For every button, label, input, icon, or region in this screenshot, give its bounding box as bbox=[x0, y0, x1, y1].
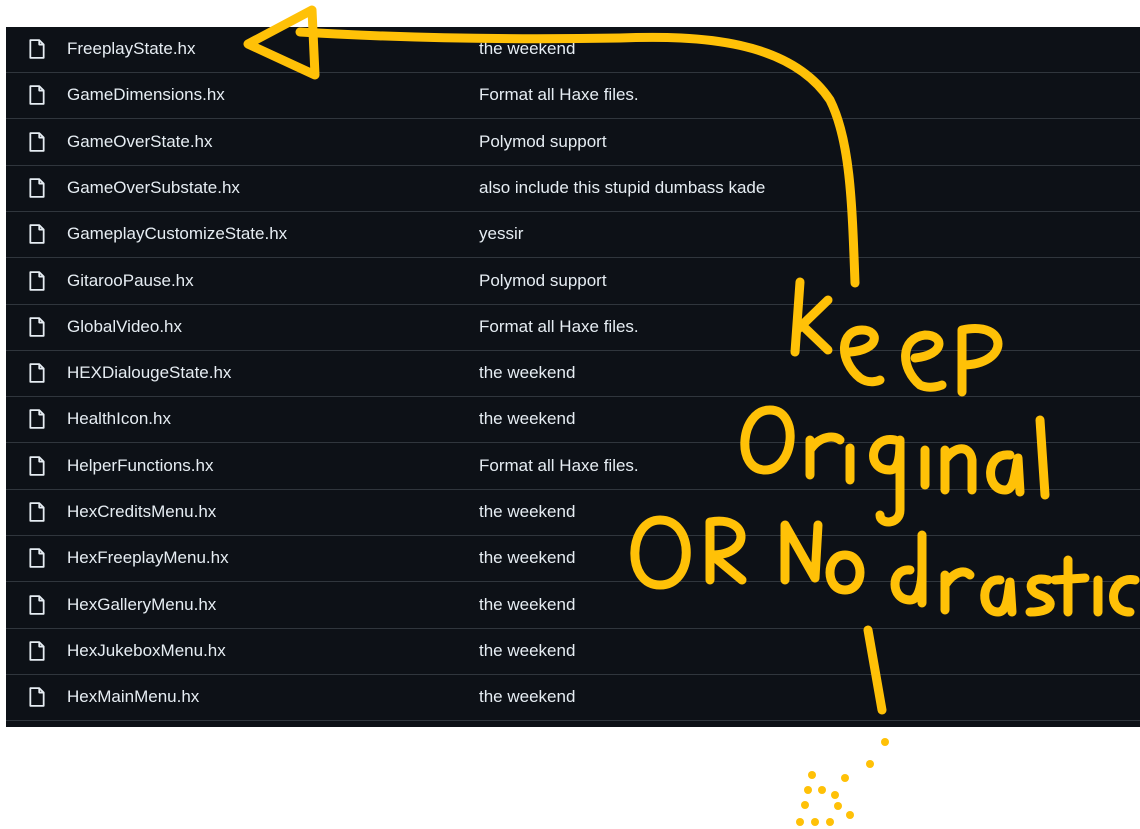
commit-message-link[interactable]: the weekend bbox=[479, 409, 575, 429]
file-icon bbox=[29, 132, 45, 152]
file-name-link[interactable]: GlobalVideo.hx bbox=[67, 317, 182, 337]
commit-message-link[interactable]: the weekend bbox=[479, 363, 575, 383]
dot bbox=[818, 786, 826, 794]
dot bbox=[804, 786, 812, 794]
file-icon bbox=[29, 39, 45, 59]
file-icon bbox=[29, 363, 45, 383]
file-name-link[interactable]: HealthIcon.hx bbox=[67, 409, 171, 429]
commit-message-link[interactable]: Format all Haxe files. bbox=[479, 456, 639, 476]
file-row[interactable]: GameOverState.hx Polymod support bbox=[6, 120, 1140, 166]
file-icon bbox=[29, 595, 45, 615]
dot bbox=[831, 791, 839, 799]
file-icon bbox=[29, 687, 45, 707]
commit-message-link[interactable]: Format all Haxe files. bbox=[479, 85, 639, 105]
dot bbox=[796, 818, 804, 826]
file-row[interactable]: HEXDialougeState.hx the weekend bbox=[6, 351, 1140, 397]
file-row[interactable]: HexCreditsMenu.hx the weekend bbox=[6, 490, 1140, 536]
file-name-link[interactable]: HexCreditsMenu.hx bbox=[67, 502, 216, 522]
file-list: FreeplayState.hx the weekend GameDimension… bbox=[6, 27, 1140, 727]
file-icon bbox=[29, 224, 45, 244]
dot bbox=[801, 801, 809, 809]
file-name-link[interactable]: HexFreeplayMenu.hx bbox=[67, 548, 229, 568]
dot bbox=[826, 818, 834, 826]
file-row[interactable]: HexJukeboxMenu.hx the weekend bbox=[6, 629, 1140, 675]
file-row[interactable]: GameOverSubstate.hx also include this stu… bbox=[6, 166, 1140, 212]
file-name-link[interactable]: GameplayCustomizeState.hx bbox=[67, 224, 287, 244]
file-icon bbox=[29, 85, 45, 105]
file-row[interactable]: FreeplayState.hx the weekend bbox=[6, 27, 1140, 73]
file-name-link[interactable]: GitarooPause.hx bbox=[67, 271, 194, 291]
file-icon bbox=[29, 178, 45, 198]
dot bbox=[881, 738, 889, 746]
commit-message-link[interactable]: Polymod support bbox=[479, 271, 607, 291]
commit-message-link[interactable]: the weekend bbox=[479, 595, 575, 615]
commit-message-link[interactable]: Format all Haxe files. bbox=[479, 317, 639, 337]
file-name-link[interactable]: FreeplayState.hx bbox=[67, 39, 196, 59]
file-icon bbox=[29, 409, 45, 429]
commit-message-link[interactable]: also include this stupid dumbass kade bbox=[479, 178, 765, 198]
commit-message-link[interactable]: the weekend bbox=[479, 39, 575, 59]
file-icon bbox=[29, 502, 45, 522]
dot bbox=[846, 811, 854, 819]
file-name-link[interactable]: GameDimensions.hx bbox=[67, 85, 225, 105]
dot bbox=[811, 818, 819, 826]
file-icon bbox=[29, 456, 45, 476]
file-icon bbox=[29, 641, 45, 661]
dot bbox=[841, 774, 849, 782]
file-icon bbox=[29, 271, 45, 291]
file-row[interactable]: GameDimensions.hx Format all Haxe files. bbox=[6, 73, 1140, 119]
dot bbox=[834, 802, 842, 810]
file-row[interactable]: HealthIcon.hx the weekend bbox=[6, 397, 1140, 443]
commit-message-link[interactable]: Polymod support bbox=[479, 132, 607, 152]
file-name-link[interactable]: HelperFunctions.hx bbox=[67, 456, 213, 476]
file-row[interactable]: GlobalVideo.hx Format all Haxe files. bbox=[6, 305, 1140, 351]
file-row[interactable]: GameplayCustomizeState.hx yessir bbox=[6, 212, 1140, 258]
dot bbox=[808, 771, 816, 779]
commit-message-link[interactable]: the weekend bbox=[479, 502, 575, 522]
file-name-link[interactable]: HexMainMenu.hx bbox=[67, 687, 199, 707]
file-name-link[interactable]: HEXDialougeState.hx bbox=[67, 363, 231, 383]
file-name-link[interactable]: GameOverSubstate.hx bbox=[67, 178, 240, 198]
commit-message-link[interactable]: the weekend bbox=[479, 687, 575, 707]
file-row[interactable]: HelperFunctions.hx Format all Haxe files. bbox=[6, 444, 1140, 490]
file-name-link[interactable]: GameOverState.hx bbox=[67, 132, 213, 152]
file-row[interactable]: HexFreeplayMenu.hx the weekend bbox=[6, 536, 1140, 582]
file-row[interactable]: GitarooPause.hx Polymod support bbox=[6, 259, 1140, 305]
file-row[interactable]: HexMainMenu.hx the weekend bbox=[6, 675, 1140, 721]
file-icon bbox=[29, 548, 45, 568]
commit-message-link[interactable]: yessir bbox=[479, 224, 523, 244]
commit-message-link[interactable]: the weekend bbox=[479, 641, 575, 661]
file-name-link[interactable]: HexGalleryMenu.hx bbox=[67, 595, 216, 615]
file-icon bbox=[29, 317, 45, 337]
file-row[interactable]: HexGalleryMenu.hx the weekend bbox=[6, 583, 1140, 629]
commit-message-link[interactable]: the weekend bbox=[479, 548, 575, 568]
file-name-link[interactable]: HexJukeboxMenu.hx bbox=[67, 641, 226, 661]
dot bbox=[866, 760, 874, 768]
